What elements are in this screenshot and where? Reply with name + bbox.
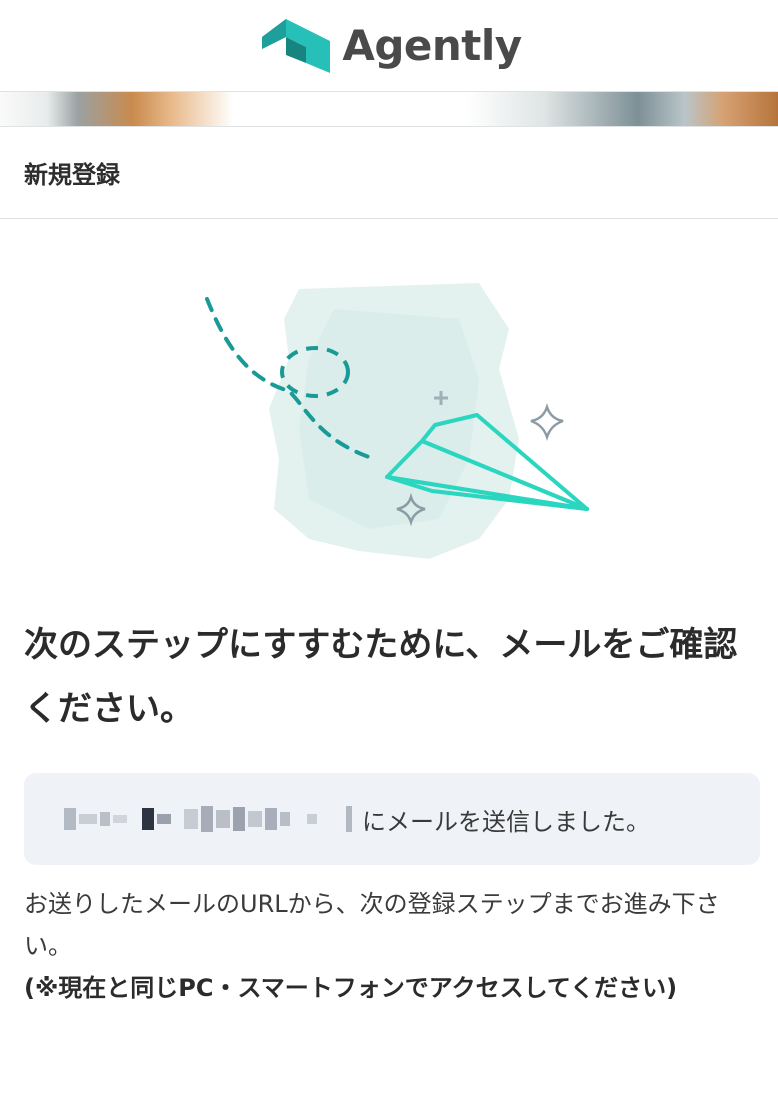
instructions: お送りしたメールのURLから、次の登録ステップまでお進み下さい。 (※現在と同じ… [0,865,778,1009]
email-sent-notice: にメールを送信しました。 [24,773,760,865]
confirmation-headline: 次のステップにすすむために、メールをご確認ください。 [24,625,738,729]
notice-text: にメールを送信しました。 [362,807,650,836]
logo[interactable]: Agently [256,17,522,75]
redacted-email-address [64,806,352,832]
header-banner-image [0,92,778,127]
paper-plane-icon [205,283,589,559]
device-note: (※現在と同じPC・スマートフォンでアクセスしてください) [24,974,678,1002]
agently-logo-icon [262,18,331,73]
logo-text: Agently [342,21,522,70]
paper-plane-illustration [0,219,778,619]
instruction-text: お送りしたメールのURLから、次の登録ステップまでお進み下さい。 [24,890,720,960]
page-title: 新規登録 [0,127,778,219]
app-header: Agently [0,0,778,92]
